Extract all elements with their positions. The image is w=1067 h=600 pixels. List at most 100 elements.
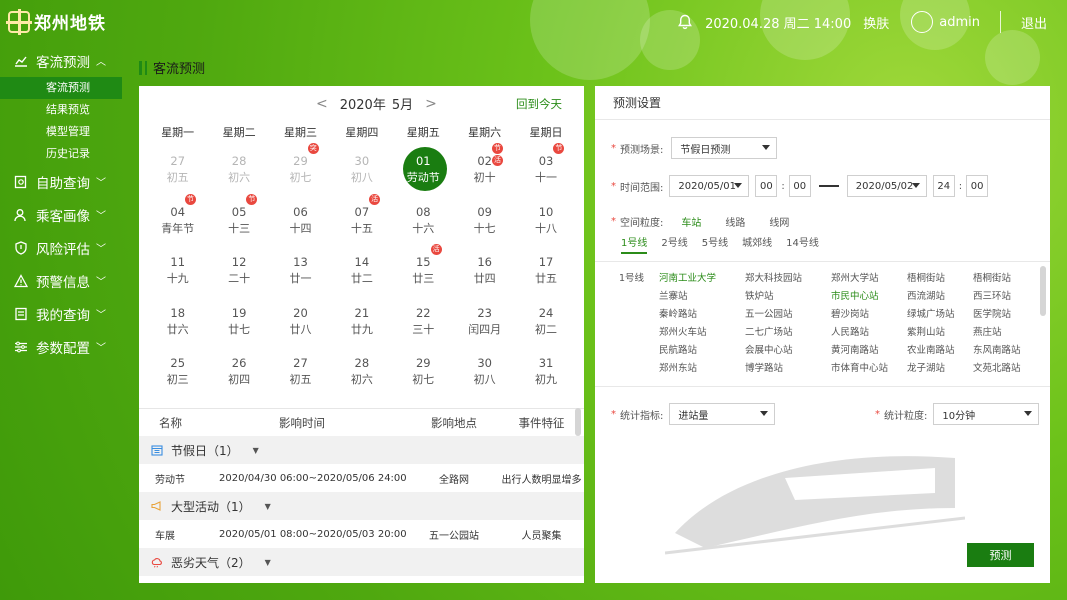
sidebar-item-my-query[interactable]: 我的查询 ﹀: [0, 297, 122, 330]
logout-button[interactable]: 退出: [1021, 13, 1047, 32]
tab-line-1[interactable]: 1号线: [621, 234, 648, 254]
back-today-link[interactable]: 回到今天: [516, 96, 562, 112]
calendar-day[interactable]: 04 青年节 节: [147, 193, 208, 246]
event-group-activity[interactable]: 大型活动（1） ▼: [139, 492, 584, 520]
calendar-day[interactable]: 17 廿五: [515, 245, 576, 296]
station-item[interactable]: 会展中心站: [745, 342, 831, 356]
calendar-day[interactable]: 23 闰四月: [454, 296, 515, 347]
calendar-day[interactable]: 02 初十 节活: [454, 143, 515, 195]
calendar-day[interactable]: 28 初六: [208, 144, 269, 195]
metric-select[interactable]: 进站量: [669, 403, 776, 425]
calendar-day[interactable]: 28 初六: [331, 346, 392, 397]
scene-select[interactable]: 节假日预测: [671, 137, 778, 159]
calendar-day[interactable]: 29 初七: [393, 346, 454, 397]
station-item[interactable]: 秦岭路站: [659, 306, 745, 320]
calendar-day[interactable]: 15 廿三 活: [393, 244, 454, 296]
station-item[interactable]: 郑大科技园站: [745, 270, 831, 284]
start-date-select[interactable]: 2020/05/01: [669, 175, 750, 197]
station-item[interactable]: 碧沙岗站: [831, 306, 907, 320]
calendar-day[interactable]: 06 十四: [270, 195, 331, 246]
station-item[interactable]: 绿城广场站: [907, 306, 973, 320]
calendar-day[interactable]: 14 廿二: [331, 245, 392, 296]
event-group-weather[interactable]: 恶劣天气（2） ▼: [139, 548, 584, 576]
tab-line-14[interactable]: 14号线: [786, 234, 819, 254]
calendar-day[interactable]: 25 初三: [147, 346, 208, 397]
start-hour-input[interactable]: 00: [755, 175, 778, 197]
sidebar-item-warning[interactable]: 预警信息 ﹀: [0, 264, 122, 297]
tab-line-suburb[interactable]: 城郊线: [742, 234, 772, 254]
station-item[interactable]: 龙子湖站: [907, 360, 973, 374]
events-scrollbar[interactable]: [575, 408, 581, 436]
calendar-day[interactable]: 22 三十: [393, 296, 454, 347]
station-item[interactable]: 郑州火车站: [659, 324, 745, 338]
calendar-day[interactable]: 31 初九: [515, 346, 576, 397]
calendar-day[interactable]: 19 廿七: [208, 296, 269, 347]
station-item[interactable]: 人民路站: [831, 324, 907, 338]
time-granularity-select[interactable]: 10分钟: [933, 403, 1040, 425]
sidebar-sub-preview[interactable]: 结果预览: [0, 99, 122, 121]
sidebar-item-passenger-forecast[interactable]: 客流预测 ︿: [0, 44, 122, 77]
station-item[interactable]: 二七广场站: [745, 324, 831, 338]
station-item[interactable]: 紫荆山站: [907, 324, 973, 338]
station-item[interactable]: 燕庄站: [973, 324, 1039, 338]
station-item[interactable]: 市民中心站: [831, 288, 907, 302]
station-item[interactable]: 郑州大学站: [831, 270, 907, 284]
end-hour-input[interactable]: 24: [932, 175, 955, 197]
station-item[interactable]: 东风南路站: [973, 342, 1039, 356]
calendar-day[interactable]: 16 廿四: [454, 245, 515, 296]
station-item[interactable]: 农业南路站: [907, 342, 973, 356]
calendar-day[interactable]: 12 二十: [208, 245, 269, 296]
station-scrollbar[interactable]: [1040, 266, 1046, 316]
calendar-day[interactable]: 26 初四: [208, 346, 269, 397]
station-item[interactable]: 西流湖站: [907, 288, 973, 302]
next-month-icon[interactable]: >: [425, 96, 437, 112]
calendar-day[interactable]: 07 十五 活: [331, 193, 392, 246]
station-item[interactable]: 五一公园站: [745, 306, 831, 320]
calendar-day[interactable]: 10 十八: [515, 195, 576, 246]
calendar-day[interactable]: 29 初七 突: [270, 143, 331, 195]
calendar-day[interactable]: 30 初八: [331, 144, 392, 195]
calendar-day[interactable]: 03 十一 节: [515, 143, 576, 195]
station-item[interactable]: 医学院站: [973, 306, 1039, 320]
table-row[interactable]: 车展 2020/05/01 08:00~2020/05/03 20:00 五一公…: [139, 520, 584, 548]
calendar-day[interactable]: 30 初八: [454, 346, 515, 397]
sidebar-sub-history[interactable]: 历史记录: [0, 143, 122, 165]
station-item[interactable]: 黄河南路站: [831, 342, 907, 356]
end-date-select[interactable]: 2020/05/02: [846, 175, 927, 197]
prev-month-icon[interactable]: <: [316, 96, 328, 112]
station-item[interactable]: 市体育中心站: [831, 360, 907, 374]
calendar-day[interactable]: 27 初五: [270, 346, 331, 397]
tab-line-5[interactable]: 5号线: [702, 234, 728, 254]
sidebar-sub-forecast[interactable]: 客流预测: [0, 77, 122, 99]
granularity-network[interactable]: 线网: [769, 214, 789, 229]
station-item[interactable]: 铁炉站: [745, 288, 831, 302]
sidebar-item-settings[interactable]: 参数配置 ﹀: [0, 330, 122, 363]
station-item[interactable]: 民航路站: [659, 342, 745, 356]
calendar-day[interactable]: 18 廿六: [147, 296, 208, 347]
station-item[interactable]: 西三环站: [973, 288, 1039, 302]
calendar-day[interactable]: 09 十七: [454, 195, 515, 246]
station-item[interactable]: 河南工业大学: [659, 270, 745, 284]
calendar-day[interactable]: 24 初二: [515, 296, 576, 347]
calendar-day[interactable]: 21 廿九: [331, 296, 392, 347]
station-item[interactable]: 文苑北路站: [973, 360, 1039, 374]
event-group-holiday[interactable]: 节假日（1） ▼: [139, 436, 584, 464]
calendar-day[interactable]: 20 廿八: [270, 296, 331, 347]
table-row[interactable]: 劳动节 2020/04/30 06:00~2020/05/06 24:00 全路…: [139, 464, 584, 492]
station-item[interactable]: 郑州东站: [659, 360, 745, 374]
station-item[interactable]: 博学路站: [745, 360, 831, 374]
granularity-station[interactable]: 车站: [681, 214, 701, 229]
calendar-day[interactable]: 01 劳动节: [393, 144, 454, 195]
tab-line-2[interactable]: 2号线: [661, 234, 687, 254]
avatar[interactable]: [911, 11, 934, 33]
sidebar-item-self-query[interactable]: 自助查询 ﹀: [0, 165, 122, 198]
theme-button[interactable]: 换肤: [863, 13, 889, 32]
calendar-day[interactable]: 13 廿一: [270, 245, 331, 296]
station-item[interactable]: 兰寨站: [659, 288, 745, 302]
predict-button[interactable]: 预测: [967, 543, 1034, 567]
sidebar-item-passenger-profile[interactable]: 乘客画像 ﹀: [0, 198, 122, 231]
calendar-day[interactable]: 08 十六: [393, 195, 454, 246]
calendar-day[interactable]: 27 初五: [147, 144, 208, 195]
start-minute-input[interactable]: 00: [788, 175, 811, 197]
calendar-day[interactable]: 11 十九: [147, 245, 208, 296]
